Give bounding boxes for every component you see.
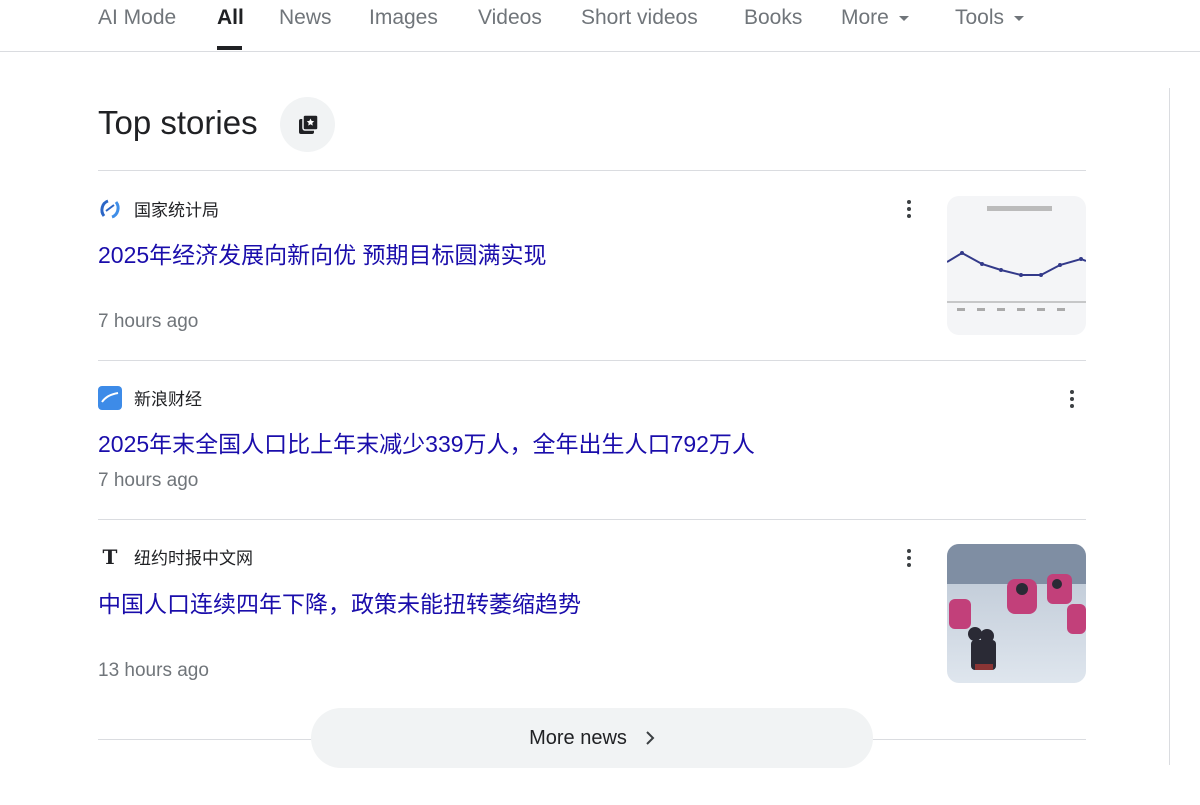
divider	[98, 170, 1086, 171]
tab-tools-label: Tools	[955, 6, 1005, 29]
nbs-logo-icon	[100, 199, 120, 218]
story-title-link[interactable]: 2025年末全国人口比上年末减少339万人，全年出生人口792万人	[98, 425, 755, 459]
column-divider	[1169, 88, 1170, 765]
source-name: 国家统计局	[134, 201, 219, 220]
sina-finance-logo-icon	[98, 385, 122, 410]
svg-text:T: T	[103, 545, 118, 569]
tab-more-label: More	[841, 6, 889, 29]
tab-short-videos[interactable]: Short videos	[581, 6, 698, 30]
story-time: 7 hours ago	[98, 470, 199, 491]
story-title-link[interactable]: 2025年经济发展向新向优 预期目标圆满实现	[98, 236, 547, 270]
story-source[interactable]: 新浪财经	[98, 385, 202, 410]
section-title: Top stories	[98, 104, 258, 141]
tab-tools[interactable]: Tools	[955, 6, 1025, 30]
tab-news[interactable]: News	[279, 6, 332, 30]
more-options-icon[interactable]	[1062, 387, 1082, 411]
unemployment-rate-chart-image	[947, 206, 1086, 311]
tab-more[interactable]: More	[841, 6, 909, 30]
tab-ai-mode[interactable]: AI Mode	[98, 6, 176, 30]
tab-videos[interactable]: Videos	[478, 6, 542, 30]
tab-books[interactable]: Books	[744, 6, 802, 30]
snow-sled-photo-image	[947, 544, 1086, 670]
more-options-icon[interactable]	[899, 546, 919, 570]
tab-divider	[0, 51, 1200, 52]
divider	[98, 360, 1086, 361]
chevron-right-icon	[646, 731, 655, 745]
story-thumbnail[interactable]	[947, 544, 1086, 683]
source-name: 新浪财经	[134, 390, 202, 409]
more-news-label: More news	[529, 726, 627, 749]
caret-down-icon	[1014, 15, 1025, 21]
divider	[98, 519, 1086, 520]
tab-images[interactable]: Images	[369, 6, 438, 30]
tab-all[interactable]: All	[217, 6, 244, 30]
nyt-logo-icon: T	[103, 545, 118, 569]
top-stories-icon-button[interactable]	[280, 97, 335, 152]
story-title-link[interactable]: 中国人口连续四年下降，政策未能扭转萎缩趋势	[98, 585, 581, 619]
active-tab-indicator	[217, 46, 242, 50]
more-options-icon[interactable]	[899, 197, 919, 221]
story-source[interactable]: T 纽约时报中文网	[98, 544, 253, 569]
caret-down-icon	[898, 15, 909, 21]
story-source[interactable]: 国家统计局	[98, 196, 219, 221]
source-name: 纽约时报中文网	[134, 549, 253, 568]
more-news-button[interactable]: More news	[311, 708, 873, 768]
top-stories-icon	[298, 113, 319, 134]
story-thumbnail[interactable]	[947, 196, 1086, 335]
story-time: 7 hours ago	[98, 311, 199, 332]
story-time: 13 hours ago	[98, 660, 209, 681]
